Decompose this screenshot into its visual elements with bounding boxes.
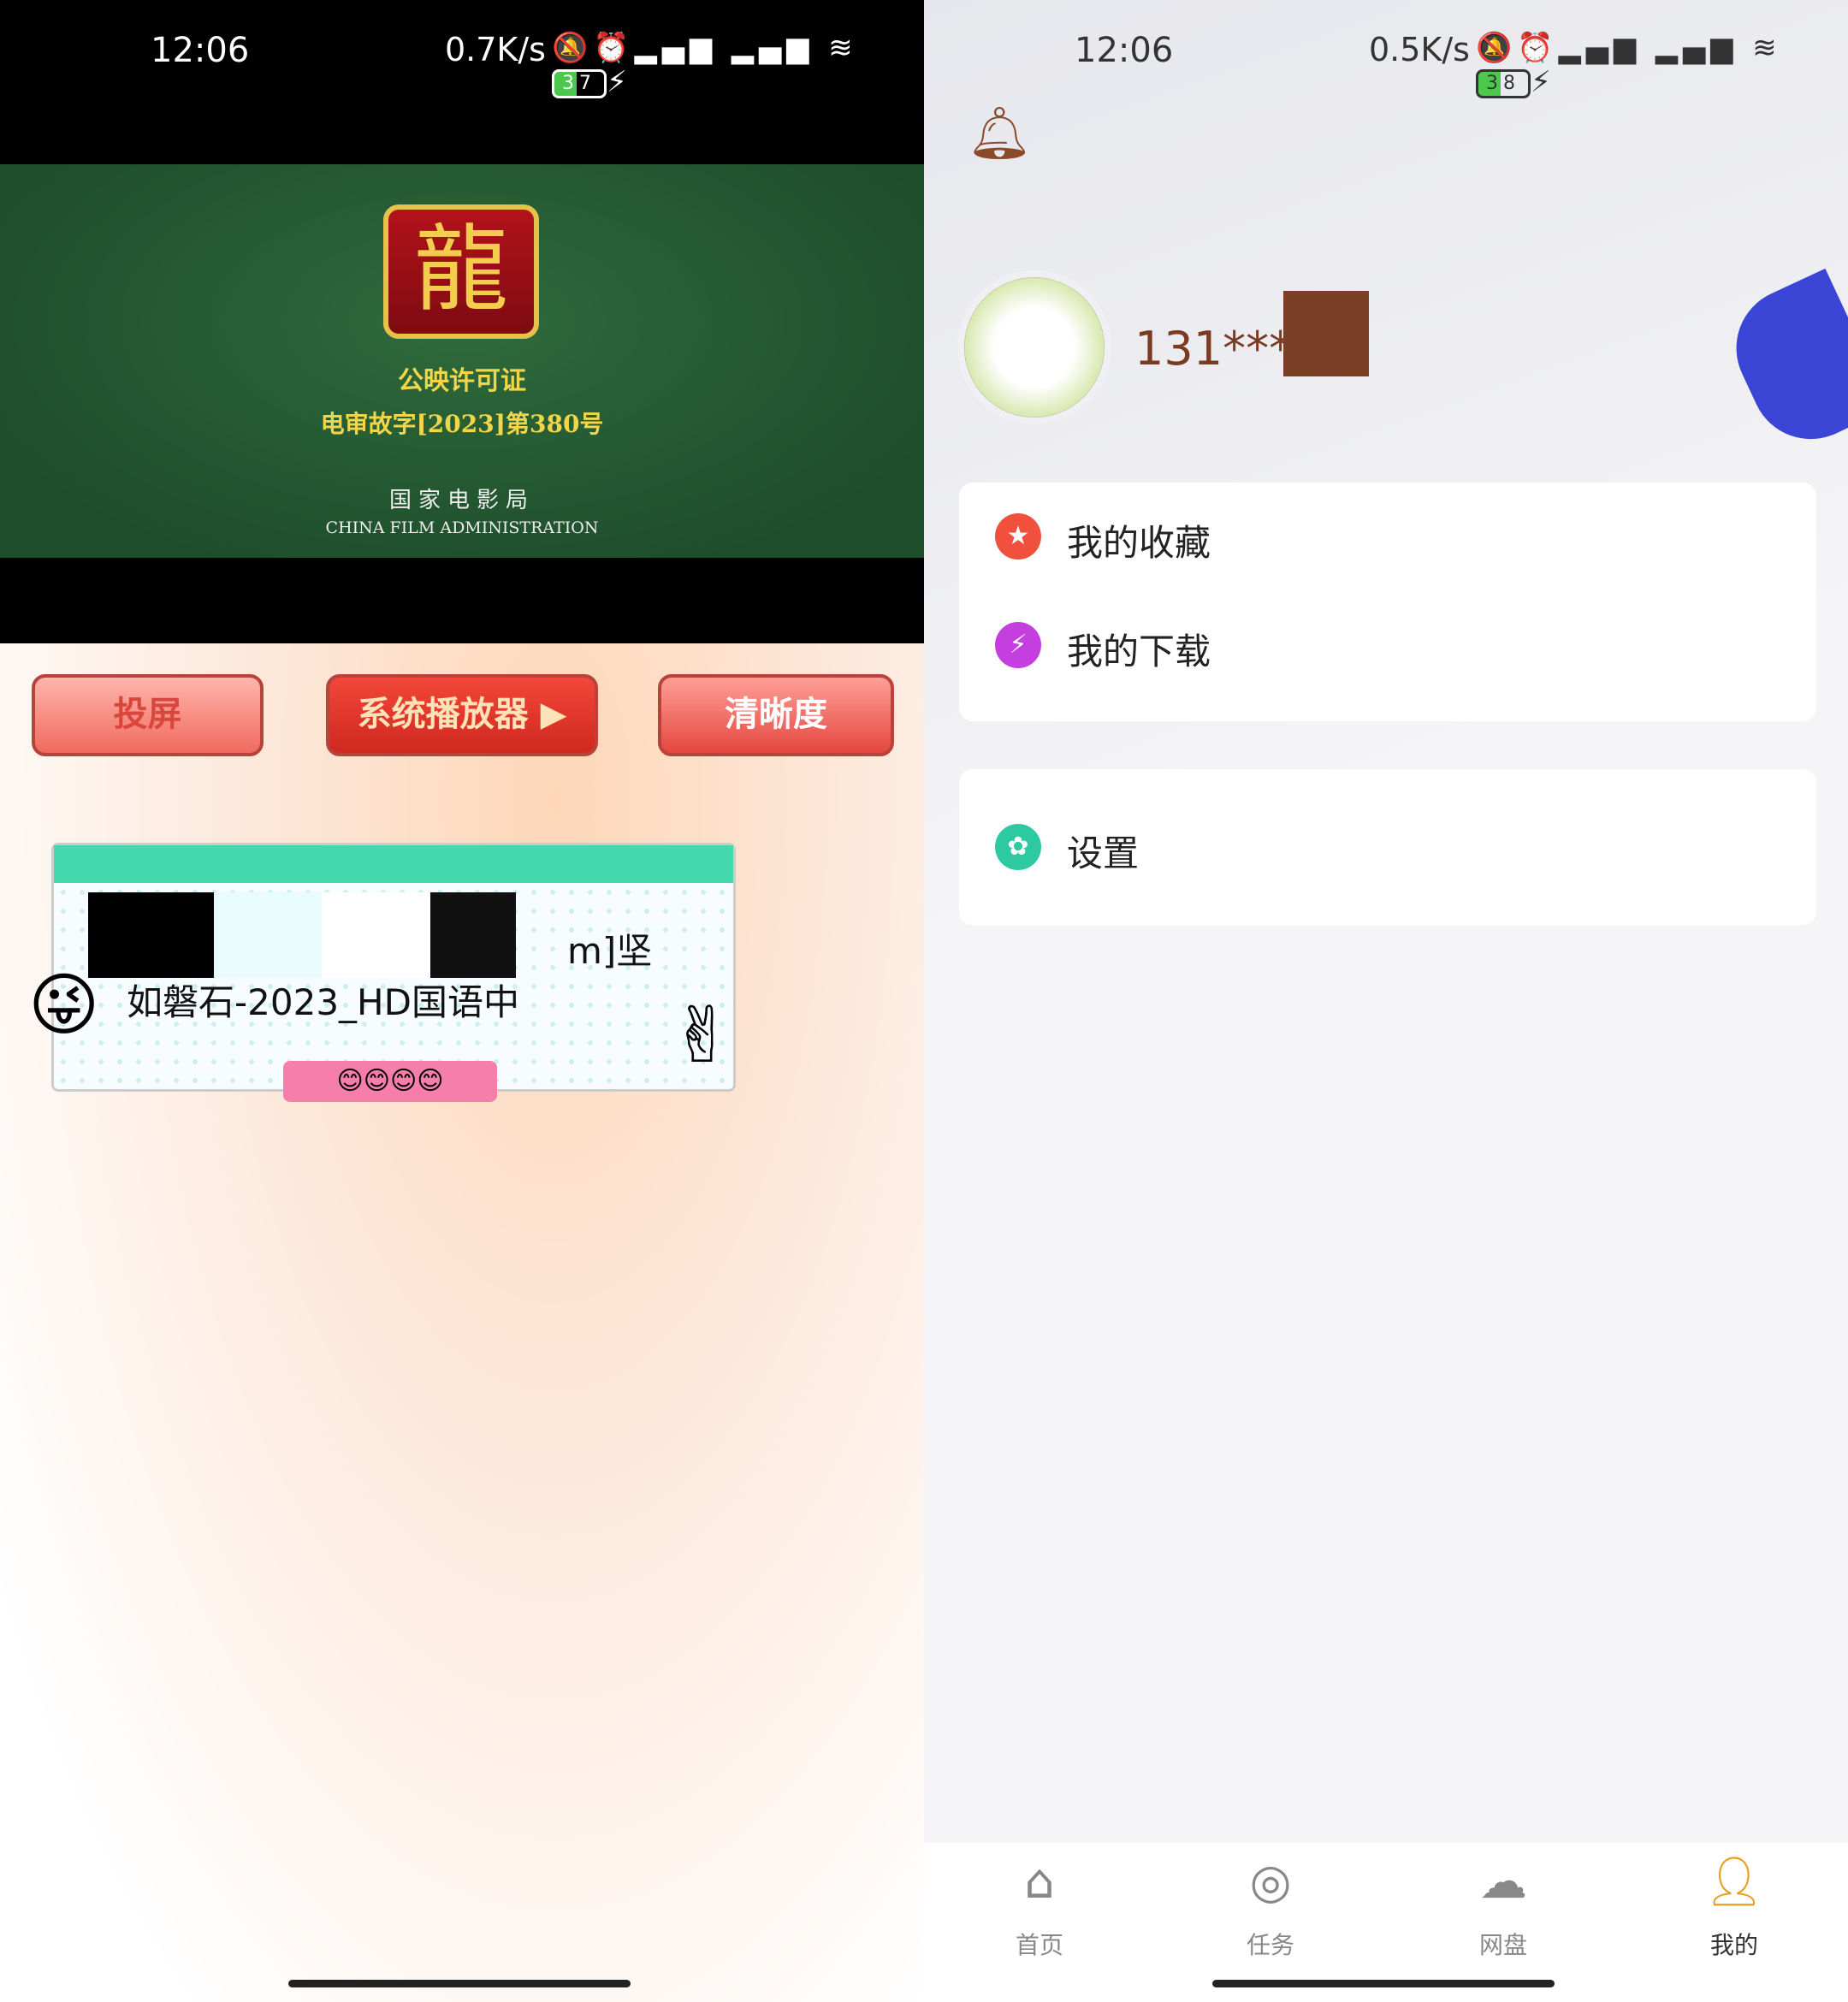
mascot-decoration xyxy=(1716,268,1848,459)
license-title: 公映许可证 xyxy=(398,366,526,396)
menu-item-downloads[interactable]: ⚡ 我的下载 xyxy=(959,602,1816,688)
home-indicator[interactable] xyxy=(1212,1980,1555,1987)
license-number: 电审故字[2023]第380号 xyxy=(320,410,604,438)
system-player-label: 系统播放器 xyxy=(357,695,529,734)
avatar[interactable] xyxy=(957,270,1111,424)
net-speed: 0.7K/s xyxy=(445,31,546,68)
card-titlebar xyxy=(54,845,733,883)
status-time: 12:06 xyxy=(1075,31,1174,70)
home-icon: ⌂ xyxy=(1024,1854,1055,1910)
emoji-sticker: 😊😊😊😊 xyxy=(283,1061,497,1102)
settings-card: ✿ 设置 xyxy=(959,769,1816,925)
menu-label: 设置 xyxy=(1067,832,1140,874)
compass-icon: ◎ xyxy=(1249,1854,1292,1910)
gear-icon: ✿ xyxy=(995,824,1041,870)
quality-button[interactable]: 清晰度 xyxy=(658,674,894,756)
lightning-icon: ⚡ xyxy=(995,622,1041,668)
file-name-line2: 如磐石-2023_HD国语中 xyxy=(127,981,519,1023)
status-time: 12:06 xyxy=(151,31,250,70)
tab-label: 我的 xyxy=(1709,1931,1758,1959)
profile-screen: 12:06 0.5K/s 🔕⏰▂▄▆ ▂▄▆ ≋ 38 ⚡ 🔔︎ 131****1… xyxy=(924,0,1848,2002)
menu-label: 我的下载 xyxy=(1067,631,1211,672)
menu-item-favorites[interactable]: ★ 我的收藏 xyxy=(959,494,1816,579)
peace-hand-sticker: ✌ xyxy=(670,991,735,1081)
bell-icon[interactable]: 🔔︎ xyxy=(967,103,1032,163)
org-en: CHINA FILM ADMINISTRATION xyxy=(325,518,599,537)
redacted-block xyxy=(430,892,516,978)
org-cn: 国家电影局 xyxy=(388,488,535,513)
video-player-screen: 12:06 0.7K/s 🔕⏰▂▄▆ ▂▄▆ ≋ 37 ⚡ 龍 公映许可证 电审故… xyxy=(0,0,924,2002)
redacted-block xyxy=(1283,291,1369,376)
battery-icon: 37 xyxy=(552,68,607,98)
tab-label: 首页 xyxy=(1015,1931,1063,1959)
status-bar: 12:06 0.5K/s 🔕⏰▂▄▆ ▂▄▆ ≋ 38 ⚡ xyxy=(924,0,1848,103)
battery-icon: 38 xyxy=(1476,68,1531,98)
menu-item-settings[interactable]: ✿ 设置 xyxy=(959,804,1816,890)
play-icon: ▶ xyxy=(540,695,567,734)
status-bar: 12:06 0.7K/s 🔕⏰▂▄▆ ▂▄▆ ≋ 37 ⚡ xyxy=(0,0,924,103)
tab-label: 任务 xyxy=(1246,1931,1294,1959)
tab-cloud[interactable]: ☁︎ 网盘 xyxy=(1426,1848,1580,1961)
tab-mine[interactable]: 👤︎ 我的 xyxy=(1657,1848,1811,1961)
smiley-sticker: 😜 xyxy=(28,965,100,1045)
user-icon: 👤︎ xyxy=(1703,1854,1765,1910)
net-speed: 0.5K/s xyxy=(1369,31,1470,68)
file-name-card: m]坚 如磐石-2023_HD国语中 😊😊😊😊 😜 ✌ xyxy=(28,843,736,1102)
redacted-block xyxy=(88,892,447,978)
menu-label: 我的收藏 xyxy=(1067,522,1211,564)
menu-card: ★ 我的收藏 ⚡ 我的下载 xyxy=(959,483,1816,721)
status-icons: 🔕⏰▂▄▆ ▂▄▆ ≋ 38 ⚡ xyxy=(1476,31,1782,99)
star-icon: ★ xyxy=(995,513,1041,560)
dragon-logo: 龍 xyxy=(383,204,539,339)
cloud-icon: ☁︎ xyxy=(1479,1854,1527,1910)
cast-button[interactable]: 投屏 xyxy=(32,674,264,756)
status-icons: 🔕⏰▂▄▆ ▂▄▆ ≋ 37 ⚡ xyxy=(552,31,858,99)
system-player-button[interactable]: 系统播放器 ▶ xyxy=(326,674,598,756)
file-name-line1: m]坚 xyxy=(567,930,653,972)
tab-tasks[interactable]: ◎ 任务 xyxy=(1194,1848,1348,1961)
home-indicator[interactable] xyxy=(288,1980,631,1987)
tab-home[interactable]: ⌂ 首页 xyxy=(962,1848,1116,1961)
tab-label: 网盘 xyxy=(1478,1931,1527,1959)
